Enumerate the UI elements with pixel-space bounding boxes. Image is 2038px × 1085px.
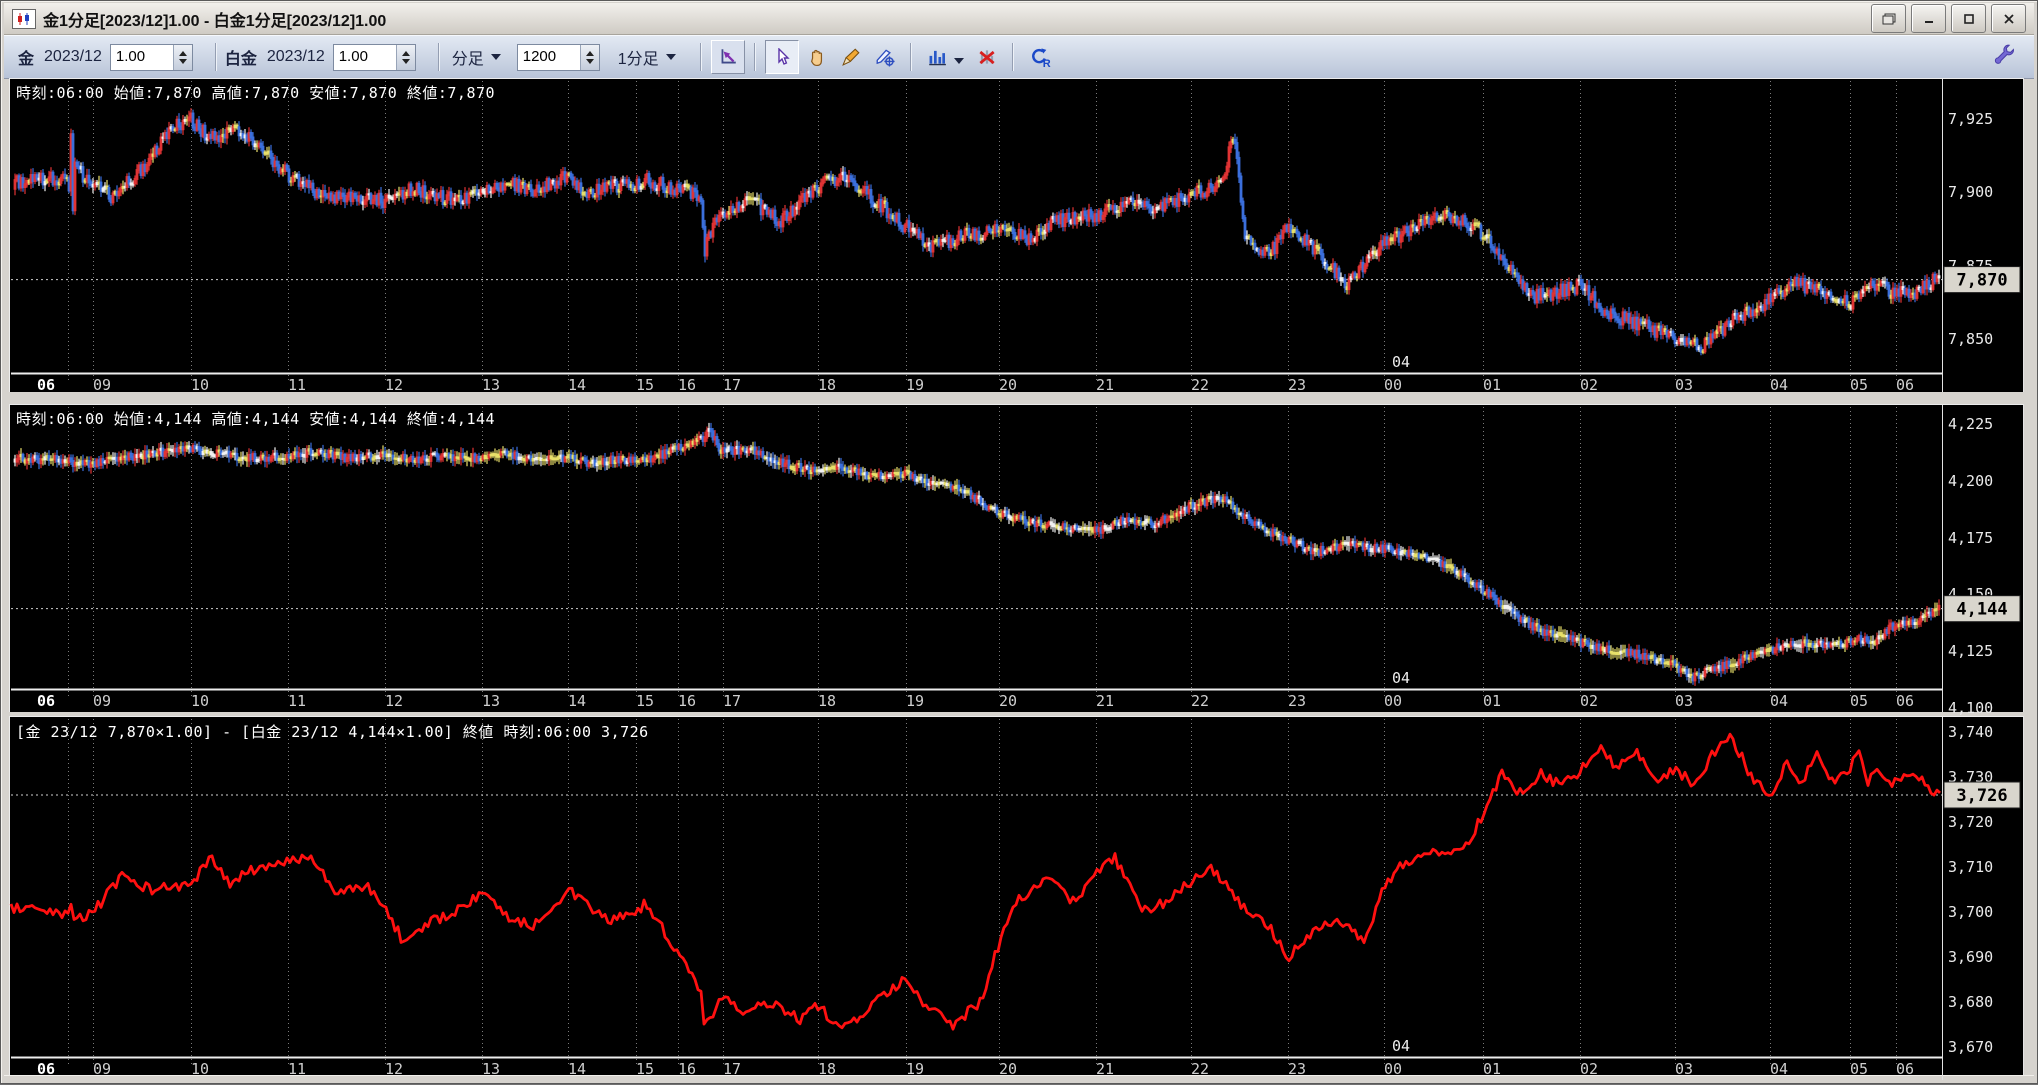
crosshair-pen-icon (876, 49, 895, 67)
spinner-arrows-icon[interactable] (579, 44, 599, 70)
window-bottom-edge (4, 1075, 2034, 1081)
spread-chart-panel[interactable] (9, 716, 2024, 1080)
wrench-icon (1994, 44, 2015, 64)
candlestick-chart-icon (12, 8, 36, 29)
bar-count-spinner[interactable]: 1200 (516, 43, 600, 71)
spread-formula-info: [金 23/12 7,870×1.00] - [白金 23/12 4,144×1… (16, 723, 649, 741)
platinum-chart-panel[interactable] (9, 404, 2024, 712)
maximize-button[interactable] (1951, 4, 1986, 33)
crosshair-pen-button[interactable] (869, 41, 901, 73)
gold-contract-month: 2023/12 (44, 48, 102, 65)
gold-chart-panel[interactable] (9, 78, 2024, 392)
platinum-label: 白金 (224, 51, 257, 68)
chart-style-button[interactable] (921, 41, 953, 73)
gold-multiplier-spinner[interactable]: 1.00 (109, 43, 193, 71)
settings-wrench-button[interactable] (1992, 42, 2018, 73)
toolbar-separator (699, 43, 702, 71)
toolbar-separator (1011, 43, 1014, 71)
toolbar-separator (753, 43, 756, 71)
toolbar-separator (214, 43, 217, 71)
bar-type-dropdown[interactable]: 分足 (448, 42, 505, 72)
select-cursor-icon (777, 48, 790, 65)
toolbar: 金 2023/12 1.00 白金 2023/12 1.00 分足 1200 1… (4, 35, 2034, 79)
window-buttons (1871, 4, 2034, 33)
pencil-icon (841, 48, 860, 66)
delete-drawing-button[interactable] (971, 41, 1003, 73)
pan-hand-button[interactable] (801, 41, 833, 73)
platinum-contract-month: 2023/12 (266, 48, 325, 65)
delete-drawing-icon (979, 50, 995, 65)
platinum-ohlc-info: 時刻:06:00 始値:4,144 高値:4,144 安値:4,144 終値:4… (16, 410, 496, 428)
pencil-button[interactable] (835, 41, 867, 73)
spinner-arrows-icon[interactable] (172, 44, 192, 70)
cascade-window-button[interactable] (1871, 4, 1906, 33)
bar-chart-icon (928, 50, 946, 66)
chevron-down-icon[interactable] (953, 58, 964, 64)
app-window: 金1分足[2023/12]1.00 - 白金1分足[2023/12]1.00 金… (0, 0, 2038, 1084)
axis-pointer-icon (721, 49, 736, 64)
select-cursor-button[interactable] (764, 40, 799, 74)
toolbar-separator (437, 43, 440, 71)
chevron-down-icon (665, 54, 676, 60)
toolbar-separator (909, 43, 912, 71)
platinum-multiplier-spinner[interactable]: 1.00 (332, 43, 416, 71)
title-bar: 金1分足[2023/12]1.00 - 白金1分足[2023/12]1.00 (4, 3, 2034, 35)
axis-pointer-button[interactable] (710, 40, 745, 74)
reload-button[interactable]: R (1023, 41, 1055, 73)
close-button[interactable] (1991, 4, 2026, 33)
minimize-button[interactable] (1911, 4, 1946, 33)
gold-label: 金 (18, 51, 35, 68)
reload-glyph: R (1042, 58, 1051, 70)
timeframe-dropdown[interactable]: 1分足 (614, 42, 680, 72)
gold-ohlc-info: 時刻:06:00 始値:7,870 高値:7,870 安値:7,870 終値:7… (16, 84, 496, 102)
window-title: 金1分足[2023/12]1.00 - 白金1分足[2023/12]1.00 (43, 12, 387, 30)
chevron-down-icon (490, 54, 501, 60)
pan-hand-icon (810, 49, 822, 67)
spinner-arrows-icon[interactable] (395, 44, 415, 70)
